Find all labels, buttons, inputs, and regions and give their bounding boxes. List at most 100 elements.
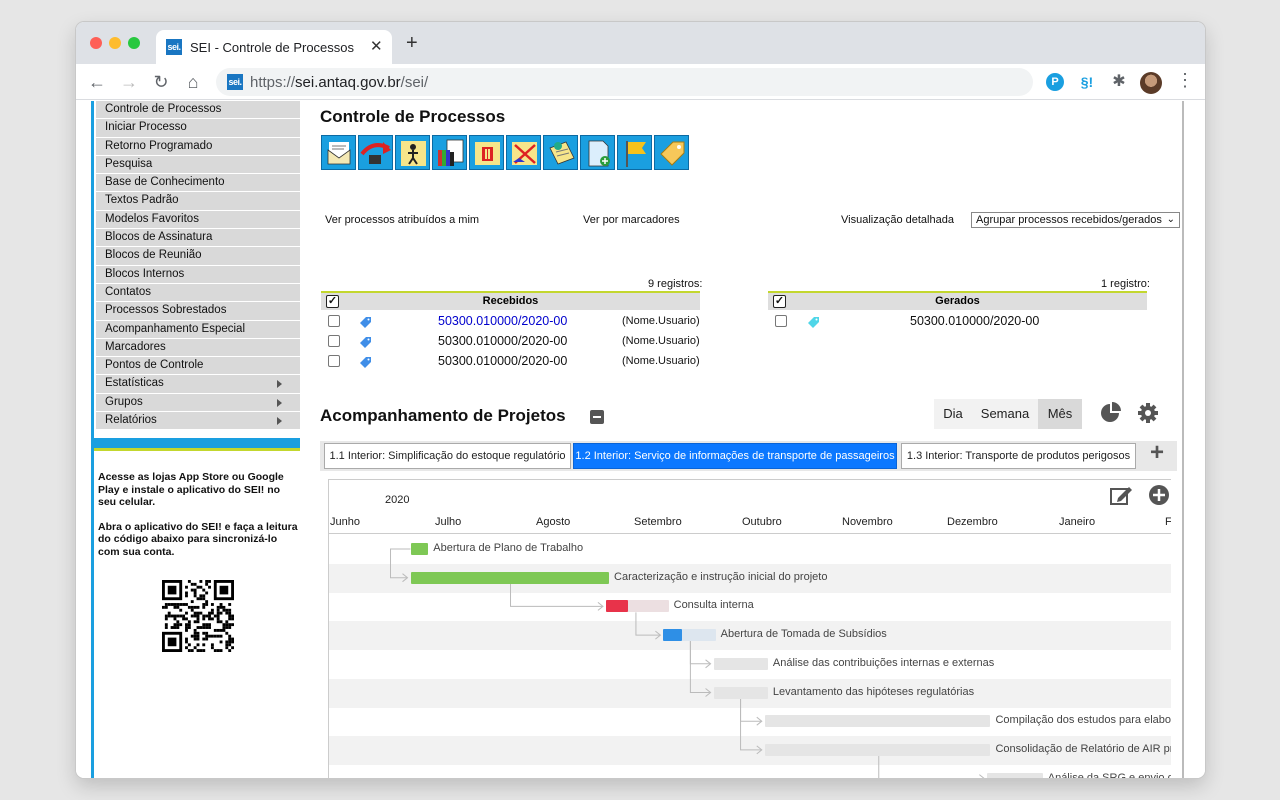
process-user[interactable]: (Nome.Usuario) bbox=[622, 335, 700, 347]
gantt-task-label[interactable]: Compilação dos estudos para elabora bbox=[995, 714, 1171, 726]
gantt-task-bar[interactable] bbox=[713, 657, 768, 670]
process-link[interactable]: 50300.010000/2020-00 bbox=[438, 354, 567, 368]
sidebar-item-iniciar-processo[interactable]: Iniciar Processo bbox=[96, 119, 300, 137]
extensions-puzzle-icon[interactable]: ✱ bbox=[1110, 73, 1128, 91]
view-by-markers-link[interactable]: Ver por marcadores bbox=[583, 214, 680, 226]
process-user[interactable]: (Nome.Usuario) bbox=[622, 315, 700, 327]
sidebar-item-blocos-de-reuniao[interactable]: Blocos de Reunião bbox=[96, 247, 300, 265]
gantt-task-label[interactable]: Consulta interna bbox=[674, 599, 754, 611]
sidebar-item-estatisticas[interactable]: Estatísticas bbox=[96, 375, 300, 393]
sidebar-item-processos-sobrestados[interactable]: Processos Sobrestados bbox=[96, 302, 300, 320]
gantt-chart: 2020 Junho Julho Agosto Setembro Outubro Nove… bbox=[328, 479, 1171, 778]
marker-tag-icon[interactable] bbox=[807, 316, 820, 329]
process-link[interactable]: 50300.010000/2020-00 bbox=[438, 334, 567, 348]
gantt-task-bar[interactable] bbox=[410, 543, 429, 555]
sidebar-menu: Controle de Processos Iniciar Processo Ret… bbox=[96, 101, 300, 430]
view-day-button[interactable]: Dia bbox=[934, 399, 972, 429]
sidebar-item-blocos-internos[interactable]: Blocos Internos bbox=[96, 265, 300, 283]
gantt-task-label[interactable]: Abertura de Plano de Trabalho bbox=[433, 542, 583, 554]
browser-window: sei. SEI - Controle de Processos ✕ + ← →… bbox=[76, 22, 1205, 778]
select-all-generated-checkbox[interactable]: ✓ bbox=[773, 295, 786, 308]
minimize-window-button[interactable] bbox=[109, 37, 121, 49]
marker-tag-icon[interactable] bbox=[654, 135, 689, 170]
tab-project-1-3[interactable]: 1.3 Interior: Transporte de produtos per… bbox=[901, 443, 1136, 469]
sidebar-item-label: Estatísticas bbox=[105, 377, 164, 390]
add-document-icon[interactable] bbox=[580, 135, 615, 170]
menu-divider-blue bbox=[94, 438, 300, 448]
control-points-flag-icon[interactable] bbox=[617, 135, 652, 170]
pie-chart-icon[interactable] bbox=[1099, 402, 1121, 424]
home-icon[interactable]: ⌂ bbox=[182, 71, 204, 93]
sidebar-item-label: Pesquisa bbox=[105, 157, 153, 170]
settings-gear-icon[interactable] bbox=[1137, 402, 1159, 424]
send-process-icon[interactable] bbox=[358, 135, 393, 170]
detailed-view-link[interactable]: Visualização detalhada bbox=[841, 214, 954, 226]
profile-avatar[interactable] bbox=[1140, 72, 1162, 94]
row-checkbox[interactable] bbox=[328, 355, 340, 367]
sidebar-item-retorno-programado[interactable]: Retorno Programado bbox=[96, 137, 300, 155]
extension-p-icon[interactable]: P bbox=[1046, 73, 1064, 91]
sidebar-item-blocos-de-assinatura[interactable]: Blocos de Assinatura bbox=[96, 229, 300, 247]
group-processes-select[interactable]: Agrupar processos recebidos/gerados ⌄ bbox=[971, 212, 1180, 228]
sidebar-item-textos-padrao[interactable]: Textos Padrão bbox=[96, 192, 300, 210]
sidebar-item-acompanhamento-especial[interactable]: Acompanhamento Especial bbox=[96, 320, 300, 338]
marker-tag-icon[interactable] bbox=[359, 356, 372, 369]
sidebar-item-contatos[interactable]: Contatos bbox=[96, 283, 300, 302]
gantt-task-label[interactable]: Caracterização e instrução inicial do pr… bbox=[614, 571, 827, 583]
annotation-icon[interactable] bbox=[543, 135, 578, 170]
suspend-process-icon[interactable] bbox=[469, 135, 504, 170]
sidebar-item-marcadores[interactable]: Marcadores bbox=[96, 338, 300, 357]
forward-icon[interactable]: → bbox=[118, 71, 140, 93]
marker-tag-icon[interactable] bbox=[359, 316, 372, 329]
back-icon[interactable]: ← bbox=[86, 71, 108, 93]
gantt-task-label[interactable]: Análise da SRG e envio de bbox=[1048, 772, 1171, 778]
sidebar-item-controle-de-processos[interactable]: Controle de Processos bbox=[96, 101, 300, 119]
gantt-task-bar[interactable] bbox=[764, 715, 991, 728]
qr-code bbox=[162, 580, 234, 652]
gantt-task-bar[interactable] bbox=[410, 571, 610, 584]
view-week-button[interactable]: Semana bbox=[972, 399, 1038, 429]
process-link[interactable]: 50300.010000/2020-00 bbox=[910, 314, 1039, 328]
gantt-task-bar[interactable] bbox=[764, 743, 991, 756]
sidebar-item-pontos-de-controle[interactable]: Pontos de Controle bbox=[96, 357, 300, 375]
assign-process-icon[interactable] bbox=[395, 135, 430, 170]
process-link[interactable]: 50300.010000/2020-00 bbox=[438, 314, 567, 328]
reload-icon[interactable]: ↻ bbox=[150, 71, 172, 93]
assigned-processes-link[interactable]: Ver processos atribuídos a mim bbox=[325, 214, 479, 226]
extension-sei-icon[interactable]: §! bbox=[1078, 73, 1096, 91]
address-bar[interactable]: sei. https://sei.antaq.gov.br/sei/ bbox=[216, 68, 1033, 96]
gantt-task-label[interactable]: Abertura de Tomada de Subsídios bbox=[721, 628, 887, 640]
row-checkbox[interactable] bbox=[775, 315, 787, 327]
row-checkbox[interactable] bbox=[328, 315, 340, 327]
sidebar-item-label: Blocos Internos bbox=[105, 267, 185, 280]
gantt-task-label[interactable]: Consolidação de Relatório de AIR pre bbox=[995, 743, 1171, 755]
maximize-window-button[interactable] bbox=[128, 37, 140, 49]
received-table-header: ✓ Recebidos bbox=[321, 291, 700, 310]
new-tab-icon[interactable]: + bbox=[406, 33, 418, 53]
browser-tab[interactable]: sei. SEI - Controle de Processos ✕ bbox=[156, 30, 392, 64]
row-checkbox[interactable] bbox=[328, 335, 340, 347]
select-all-received-checkbox[interactable]: ✓ bbox=[326, 295, 339, 308]
tab-close-icon[interactable]: ✕ bbox=[370, 37, 383, 55]
sidebar-item-modelos-favoritos[interactable]: Modelos Favoritos bbox=[96, 210, 300, 229]
new-document-icon[interactable] bbox=[321, 135, 356, 170]
sidebar-item-grupos[interactable]: Grupos bbox=[96, 393, 300, 412]
close-window-button[interactable] bbox=[90, 37, 102, 49]
gantt-task-label[interactable]: Análise das contribuições internas e ext… bbox=[773, 657, 994, 669]
cancel-process-icon[interactable] bbox=[506, 135, 541, 170]
process-user[interactable]: (Nome.Usuario) bbox=[622, 355, 700, 367]
sidebar-item-relatorios[interactable]: Relatórios bbox=[96, 412, 300, 430]
browser-menu-icon[interactable]: ⋮ bbox=[1176, 70, 1194, 91]
gantt-task-bar[interactable] bbox=[987, 772, 1043, 778]
sidebar-item-pesquisa[interactable]: Pesquisa bbox=[96, 155, 300, 174]
collapse-projects-icon[interactable] bbox=[590, 410, 604, 424]
documents-icon[interactable] bbox=[432, 135, 467, 170]
gantt-task-bar[interactable] bbox=[713, 686, 768, 699]
tab-project-1-1[interactable]: 1.1 Interior: Simplificação do estoque r… bbox=[324, 443, 571, 469]
gantt-task-label[interactable]: Levantamento das hipóteses regulatórias bbox=[773, 686, 974, 698]
tab-project-1-2[interactable]: 1.2 Interior: Serviço de informações de … bbox=[573, 443, 897, 469]
view-month-button[interactable]: Mês bbox=[1038, 399, 1082, 429]
add-project-tab-icon[interactable]: + bbox=[1150, 441, 1164, 465]
marker-tag-icon[interactable] bbox=[359, 336, 372, 349]
sidebar-item-base-de-conhecimento[interactable]: Base de Conhecimento bbox=[96, 174, 300, 192]
